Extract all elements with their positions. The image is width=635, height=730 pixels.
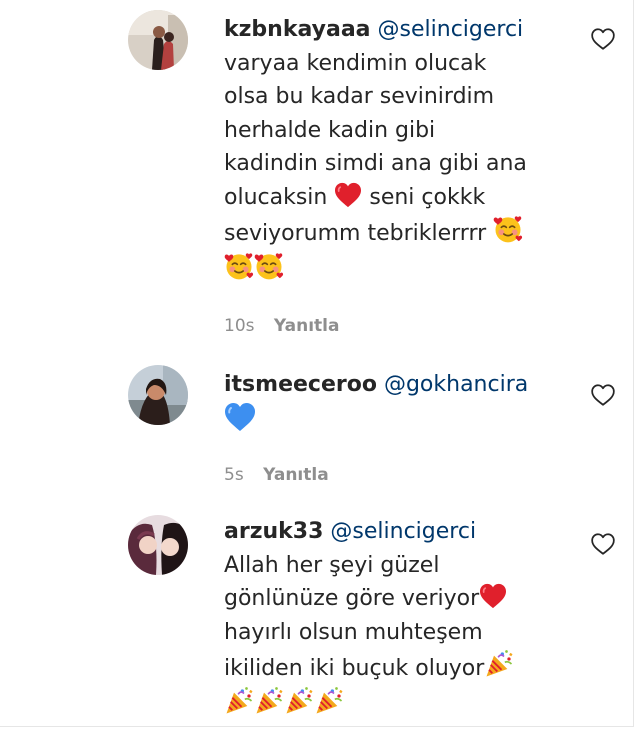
like-heart-icon[interactable] bbox=[590, 532, 616, 556]
comment-meta: 5s Yanıtla bbox=[224, 465, 329, 485]
smiling-face-with-hearts-emoji bbox=[224, 251, 254, 281]
avatar-arzuk33[interactable] bbox=[128, 515, 188, 575]
comment-line: olsa bu kadar sevinirdim bbox=[224, 84, 495, 109]
username-link[interactable]: itsmeeceroo bbox=[224, 372, 377, 397]
like-heart-icon[interactable] bbox=[590, 383, 616, 407]
comment-line: hayırlı olsun muhteşem bbox=[224, 619, 483, 645]
mention-link[interactable]: @selincigerci bbox=[378, 17, 524, 42]
reply-button[interactable]: Yanıtla bbox=[274, 316, 340, 336]
comment-text: kzbnkayaaa @selincigerci varyaa kendimin… bbox=[224, 13, 569, 287]
comment-line: kadindin simdi ana gibi ana bbox=[224, 151, 527, 176]
comment-line: herhalde kadin gibi bbox=[224, 117, 436, 143]
red-heart-emoji bbox=[479, 583, 507, 609]
like-heart-icon[interactable] bbox=[590, 27, 616, 51]
smiling-face-with-hearts-emoji bbox=[493, 214, 523, 244]
comment-timestamp: 10s bbox=[224, 316, 255, 336]
party-popper-emoji bbox=[254, 686, 284, 716]
comment-text: itsmeeceroo @gokhancira bbox=[224, 368, 569, 438]
comment-line: varyaa kendimin olucak bbox=[224, 50, 487, 76]
username-link[interactable]: arzuk33 bbox=[224, 519, 323, 544]
comment-line: gönlünüze göre veriyor bbox=[224, 586, 480, 611]
comment-line: ikiliden iki buçuk oluyor bbox=[224, 656, 485, 681]
comment-line: olucaksin bbox=[224, 184, 328, 210]
comment-line: Allah her şeyi güzel bbox=[224, 552, 440, 578]
party-popper-emoji bbox=[484, 649, 514, 679]
comment-body: kzbnkayaaa @selincigerci varyaa kendimin… bbox=[224, 13, 569, 287]
avatar-itsmeeceroo[interactable] bbox=[128, 365, 188, 425]
mention-link[interactable]: @gokhancira bbox=[384, 372, 528, 397]
comment-text: arzuk33 @selincigerci Allah her şeyi güz… bbox=[224, 515, 569, 722]
comment-line: seviyorumm tebriklerrrr bbox=[224, 221, 487, 246]
comment-meta: 10s Yanıtla bbox=[224, 316, 339, 336]
smiling-face-with-hearts-emoji bbox=[254, 251, 284, 281]
blue-heart-emoji bbox=[224, 402, 256, 432]
reply-button[interactable]: Yanıtla bbox=[263, 465, 329, 485]
party-popper-emoji bbox=[224, 686, 254, 716]
username-link[interactable]: kzbnkayaaa bbox=[224, 17, 371, 42]
comment-body: arzuk33 @selincigerci Allah her şeyi güz… bbox=[224, 515, 569, 722]
party-popper-emoji bbox=[314, 686, 344, 716]
avatar-kzbnkayaaa[interactable] bbox=[128, 10, 188, 70]
party-popper-emoji bbox=[284, 686, 314, 716]
red-heart-emoji bbox=[334, 182, 362, 208]
mention-link[interactable]: @selincigerci bbox=[330, 519, 476, 544]
comment-timestamp: 5s bbox=[224, 465, 244, 485]
comment-line: seni çokkk bbox=[369, 184, 486, 210]
comment-body: itsmeeceroo @gokhancira bbox=[224, 368, 569, 438]
